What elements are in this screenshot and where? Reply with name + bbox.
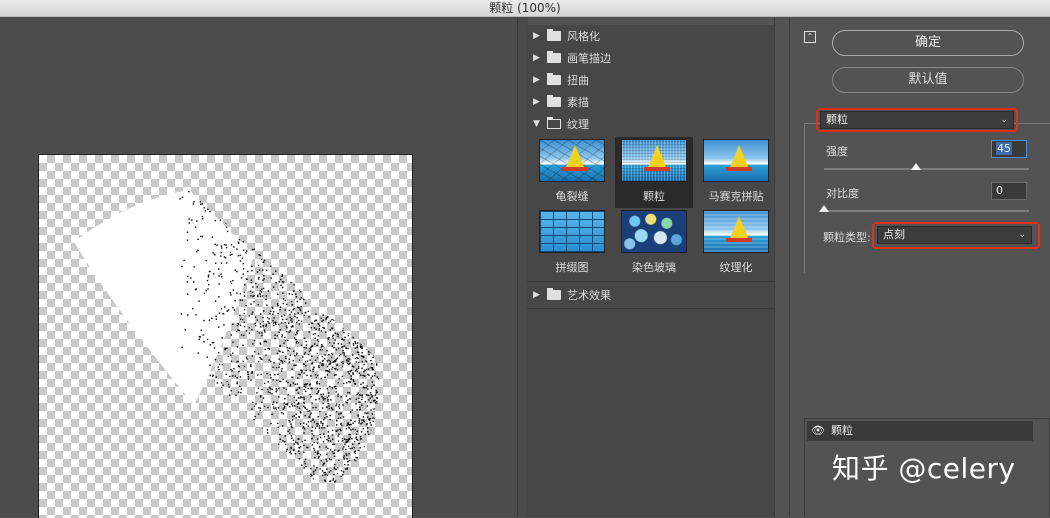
thumbnail-image xyxy=(539,139,605,182)
layer-name: 颗粒 xyxy=(831,424,853,437)
panel-splitter[interactable] xyxy=(774,17,790,517)
preview-area[interactable] xyxy=(0,17,517,518)
filter-stained-glass[interactable]: 染色玻璃 xyxy=(615,208,693,279)
thumbnail-image xyxy=(703,139,769,182)
filter-label: 龟裂缝 xyxy=(555,190,589,203)
watermark: 知乎 @celery xyxy=(832,452,1016,485)
thumbnail-image xyxy=(621,139,687,182)
contrast-slider-knob[interactable] xyxy=(819,205,829,212)
triangle-right-icon[interactable]: ▶ xyxy=(533,31,543,41)
folder-label: 艺术效果 xyxy=(567,289,611,302)
grain-type-label: 颗粒类型: xyxy=(823,231,871,244)
filter-patchwork[interactable]: 拼缀图 xyxy=(533,208,611,279)
effect-layer-row[interactable]: 👁 颗粒 xyxy=(807,421,1033,441)
triangle-right-icon[interactable]: ▶ xyxy=(533,75,543,85)
folder-label: 风格化 xyxy=(567,30,600,43)
contrast-label: 对比度 xyxy=(826,187,859,200)
folder-item[interactable]: ▶ 风格化 xyxy=(527,25,774,47)
folder-item[interactable]: ▶ 画笔描边 xyxy=(527,47,774,69)
folder-open-icon xyxy=(547,117,561,129)
highlight-filter-select xyxy=(816,108,1018,132)
filter-texturizer[interactable]: 纹理化 xyxy=(697,208,775,279)
folder-label: 素描 xyxy=(567,96,589,109)
eye-icon[interactable]: 👁 xyxy=(811,421,825,441)
preview-canvas[interactable] xyxy=(38,154,413,518)
folder-label: 画笔描边 xyxy=(567,52,611,65)
filter-label: 马赛克拼贴 xyxy=(708,190,764,203)
intensity-slider-knob[interactable] xyxy=(911,163,922,170)
divider xyxy=(527,308,774,309)
folder-label: 纹理 xyxy=(567,118,589,131)
preview-image xyxy=(74,190,380,490)
title-bar: 颗粒 (100%) xyxy=(0,0,1050,17)
intensity-label: 强度 xyxy=(826,145,848,158)
contrast-value: 0 xyxy=(996,184,1003,197)
triangle-right-icon[interactable]: ▶ xyxy=(533,97,543,107)
folder-texture[interactable]: ▼ 纹理 xyxy=(527,113,774,135)
thumbnail-image xyxy=(621,210,687,253)
folder-artistic[interactable]: ▶ 艺术效果 xyxy=(527,284,774,306)
intensity-value: 45 xyxy=(996,142,1012,155)
folder-icon xyxy=(547,288,561,300)
white-sector xyxy=(74,190,254,405)
contrast-slider[interactable] xyxy=(824,210,1029,212)
triangle-right-icon[interactable]: ▶ xyxy=(533,290,543,300)
filter-craquelure[interactable]: 龟裂缝 xyxy=(533,137,611,208)
folder-icon xyxy=(547,73,561,85)
filter-label: 颗粒 xyxy=(643,190,665,203)
folder-item[interactable]: ▶ 素描 xyxy=(527,91,774,113)
highlight-grain-type xyxy=(872,222,1040,249)
thumbnail-image xyxy=(539,210,605,253)
filter-grain[interactable]: 颗粒 xyxy=(615,137,693,208)
folder-icon xyxy=(547,95,561,107)
folder-icon xyxy=(547,51,561,63)
filter-label: 染色玻璃 xyxy=(632,261,676,274)
intensity-slider[interactable] xyxy=(824,168,1029,170)
window-title: 颗粒 (100%) xyxy=(489,1,561,15)
filter-gallery: ▶ 风格化 ▶ 画笔描边 ▶ 扭曲 ▶ 素描 ▼ 纹理 龟裂缝 颗粒 马赛克拼贴 拼缀图 染色… xyxy=(527,25,774,517)
filter-thumbnails: 龟裂缝 颗粒 马赛克拼贴 拼缀图 染色玻璃 纹理化 xyxy=(527,135,774,279)
thumbnail-image xyxy=(703,210,769,253)
ok-button[interactable]: 确定 xyxy=(832,30,1024,56)
filter-mosaic-tiles[interactable]: 马赛克拼贴 xyxy=(697,137,775,208)
filter-label: 拼缀图 xyxy=(555,261,589,274)
collapse-gallery-icon[interactable]: ⌃ xyxy=(804,31,816,43)
intensity-input[interactable]: 45 xyxy=(991,140,1027,158)
folder-label: 扭曲 xyxy=(567,74,589,87)
folder-icon xyxy=(547,29,561,41)
settings-panel: ⌃ 确定 默认值 颗粒 ⌄ 强度 45 对比度 0 颗粒类型: 点刻 ⌄ 👁 颗粒… xyxy=(790,17,1050,517)
default-button[interactable]: 默认值 xyxy=(832,67,1024,93)
filter-label: 纹理化 xyxy=(719,261,753,274)
divider xyxy=(527,281,774,282)
triangle-right-icon[interactable]: ▶ xyxy=(533,53,543,63)
contrast-input[interactable]: 0 xyxy=(991,182,1027,200)
folder-item[interactable]: ▶ 扭曲 xyxy=(527,69,774,91)
triangle-down-icon[interactable]: ▼ xyxy=(533,119,543,129)
